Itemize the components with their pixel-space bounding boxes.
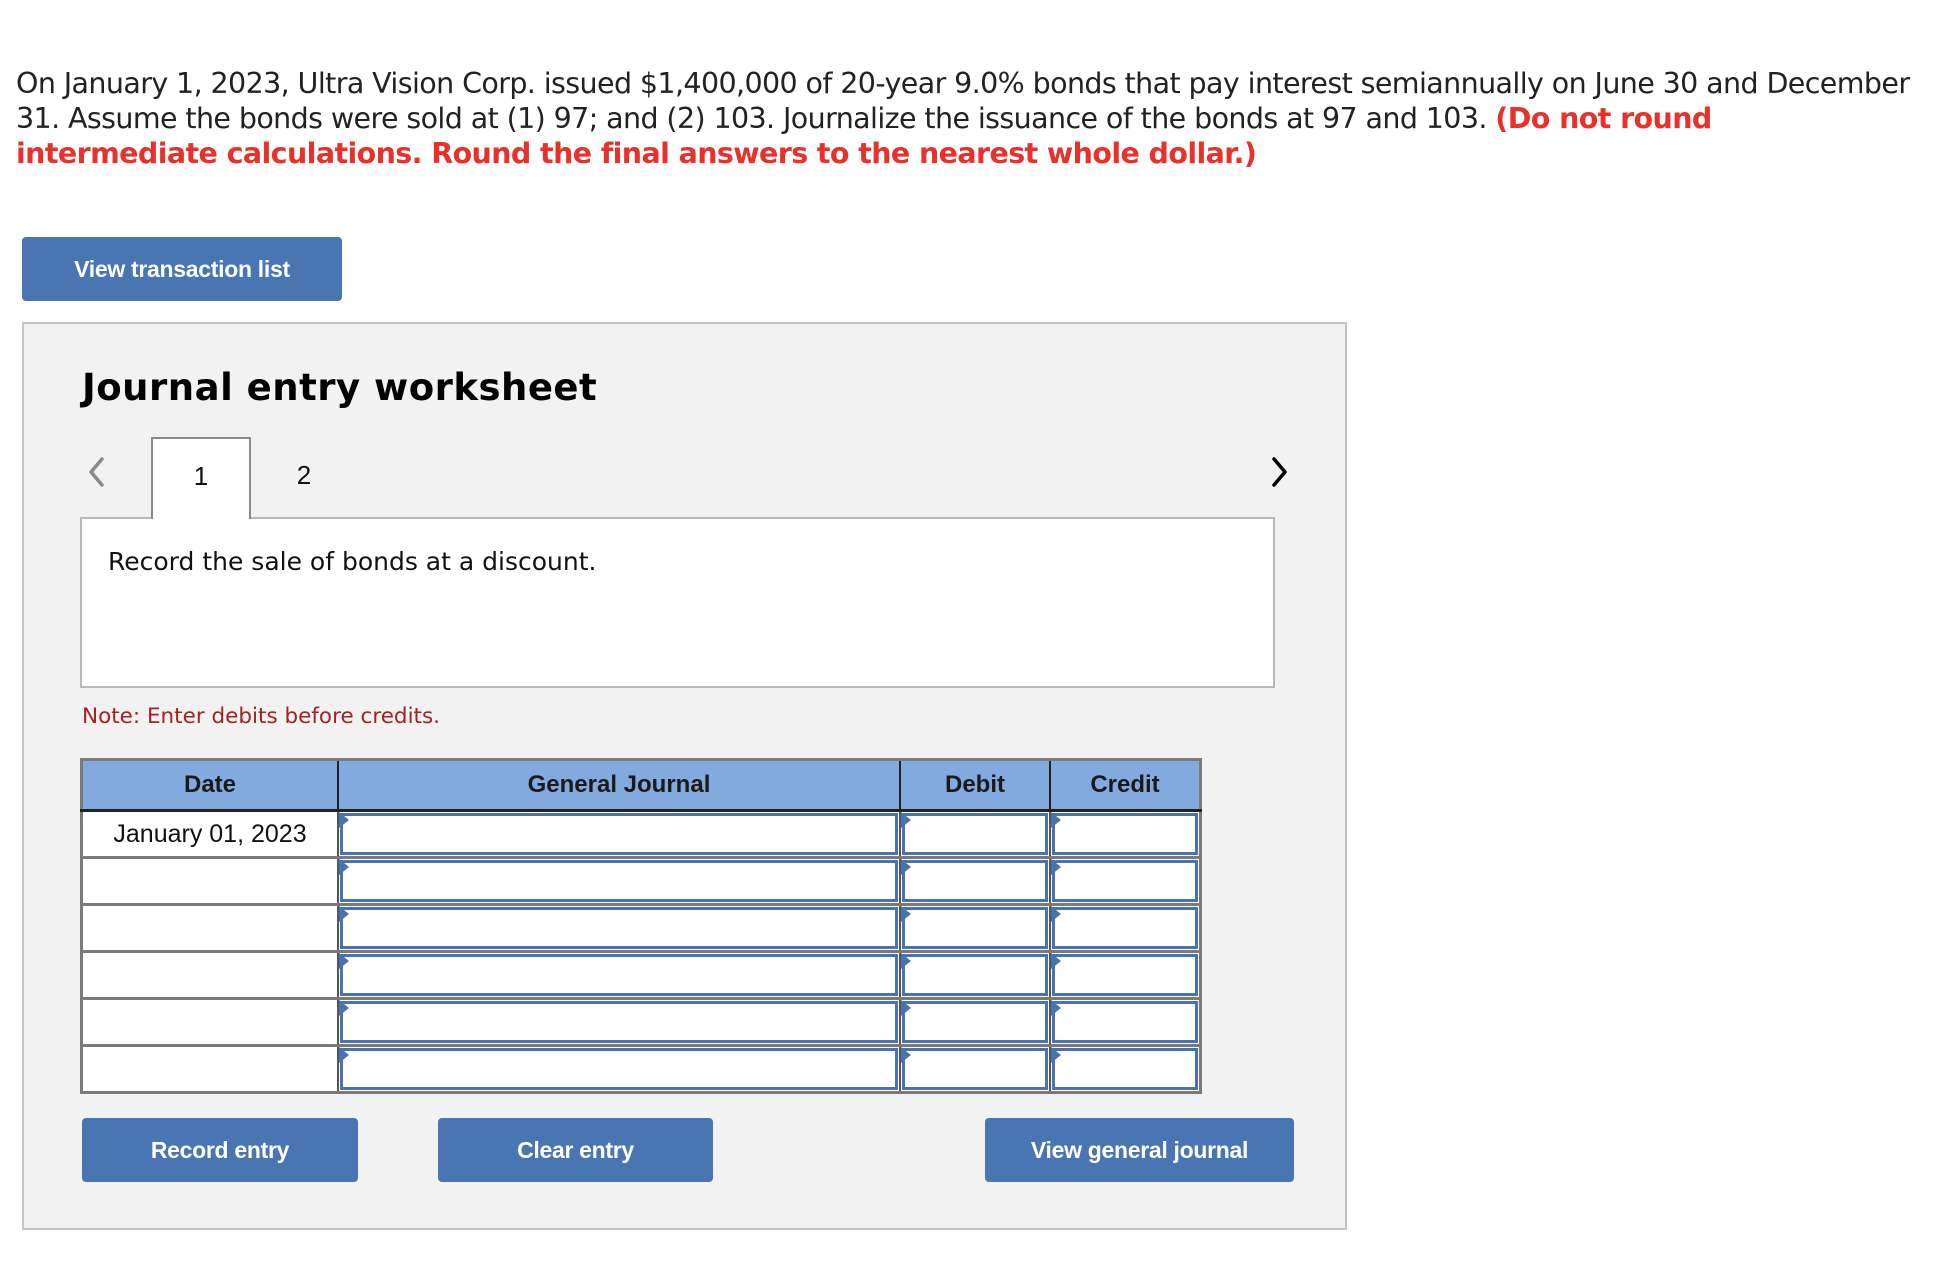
date-cell xyxy=(81,950,338,999)
instruction-box: Record the sale of bonds at a discount. xyxy=(80,517,1275,688)
date-cell xyxy=(81,1044,338,1093)
dropdown-marker-icon xyxy=(901,1047,911,1063)
account-cell xyxy=(337,856,900,905)
debits-note: Note: Enter debits before credits. xyxy=(82,704,441,729)
dropdown-marker-icon xyxy=(1051,812,1061,828)
journal-row: January 01, 2023 xyxy=(81,810,1201,858)
dropdown-marker-icon xyxy=(339,859,349,875)
debit-cell xyxy=(899,903,1050,952)
credit-input[interactable] xyxy=(1052,813,1198,855)
dropdown-marker-icon xyxy=(1051,859,1061,875)
credit-cell xyxy=(1049,950,1201,999)
debit-input[interactable] xyxy=(902,907,1048,949)
credit-input[interactable] xyxy=(1052,860,1198,902)
account-input[interactable] xyxy=(340,1048,898,1090)
worksheet-title: Journal entry worksheet xyxy=(82,366,598,409)
record-entry-button[interactable]: Record entry xyxy=(82,1118,358,1182)
journal-header-row: Date General Journal Debit Credit xyxy=(81,759,1201,812)
date-cell xyxy=(81,856,338,905)
credit-cell xyxy=(1049,810,1201,858)
dropdown-marker-icon xyxy=(901,859,911,875)
prev-tab-button[interactable] xyxy=(82,452,112,492)
debit-input[interactable] xyxy=(902,860,1048,902)
dropdown-marker-icon xyxy=(339,1047,349,1063)
chevron-right-icon xyxy=(1272,457,1287,487)
account-cell xyxy=(337,1044,900,1093)
journal-row xyxy=(81,950,1201,999)
journal-entry-worksheet-panel: Journal entry worksheet 1 2 Record the s… xyxy=(22,322,1347,1230)
dropdown-marker-icon xyxy=(1051,1047,1061,1063)
account-input[interactable] xyxy=(340,1001,898,1043)
credit-cell xyxy=(1049,997,1201,1046)
column-header-date: Date xyxy=(81,759,338,812)
clear-entry-button[interactable]: Clear entry xyxy=(438,1118,713,1182)
journal-table: Date General Journal Debit Credit Januar… xyxy=(80,758,1202,1094)
dropdown-marker-icon xyxy=(1051,1000,1061,1016)
column-header-credit: Credit xyxy=(1049,759,1201,812)
instruction-text: Record the sale of bonds at a discount. xyxy=(108,547,597,576)
debit-input[interactable] xyxy=(902,1048,1048,1090)
dropdown-marker-icon xyxy=(901,906,911,922)
dropdown-marker-icon xyxy=(1051,906,1061,922)
dropdown-marker-icon xyxy=(901,1000,911,1016)
journal-row xyxy=(81,997,1201,1046)
debit-input[interactable] xyxy=(902,813,1048,855)
date-cell: January 01, 2023 xyxy=(81,810,338,858)
credit-input[interactable] xyxy=(1052,907,1198,949)
date-cell xyxy=(81,903,338,952)
dropdown-marker-icon xyxy=(339,812,349,828)
chevron-left-icon xyxy=(89,457,104,487)
journal-row xyxy=(81,856,1201,905)
debit-input[interactable] xyxy=(902,1001,1048,1043)
view-general-journal-button[interactable]: View general journal xyxy=(985,1118,1294,1182)
tab-2[interactable]: 2 xyxy=(254,437,354,519)
dropdown-marker-icon xyxy=(339,953,349,969)
next-tab-button[interactable] xyxy=(1264,452,1294,492)
account-cell xyxy=(337,997,900,1046)
debit-cell xyxy=(899,1044,1050,1093)
debit-cell xyxy=(899,810,1050,858)
account-input[interactable] xyxy=(340,860,898,902)
dropdown-marker-icon xyxy=(901,812,911,828)
journal-row xyxy=(81,1044,1201,1093)
account-cell xyxy=(337,810,900,858)
column-header-debit: Debit xyxy=(899,759,1050,812)
account-input[interactable] xyxy=(340,813,898,855)
tab-1[interactable]: 1 xyxy=(151,437,251,519)
credit-input[interactable] xyxy=(1052,954,1198,996)
dropdown-marker-icon xyxy=(339,906,349,922)
column-header-general-journal: General Journal xyxy=(337,759,900,812)
dropdown-marker-icon xyxy=(339,1000,349,1016)
view-transaction-list-button[interactable]: View transaction list xyxy=(22,237,342,301)
dropdown-marker-icon xyxy=(901,953,911,969)
credit-cell xyxy=(1049,856,1201,905)
question-text: On January 1, 2023, Ultra Vision Corp. i… xyxy=(16,66,1916,171)
account-input[interactable] xyxy=(340,954,898,996)
credit-input[interactable] xyxy=(1052,1001,1198,1043)
debit-cell xyxy=(899,950,1050,999)
debit-cell xyxy=(899,997,1050,1046)
account-cell xyxy=(337,950,900,999)
credit-cell xyxy=(1049,1044,1201,1093)
debit-cell xyxy=(899,856,1050,905)
credit-cell xyxy=(1049,903,1201,952)
credit-input[interactable] xyxy=(1052,1048,1198,1090)
date-cell xyxy=(81,997,338,1046)
account-cell xyxy=(337,903,900,952)
account-input[interactable] xyxy=(340,907,898,949)
journal-row xyxy=(81,903,1201,952)
dropdown-marker-icon xyxy=(1051,953,1061,969)
debit-input[interactable] xyxy=(902,954,1048,996)
